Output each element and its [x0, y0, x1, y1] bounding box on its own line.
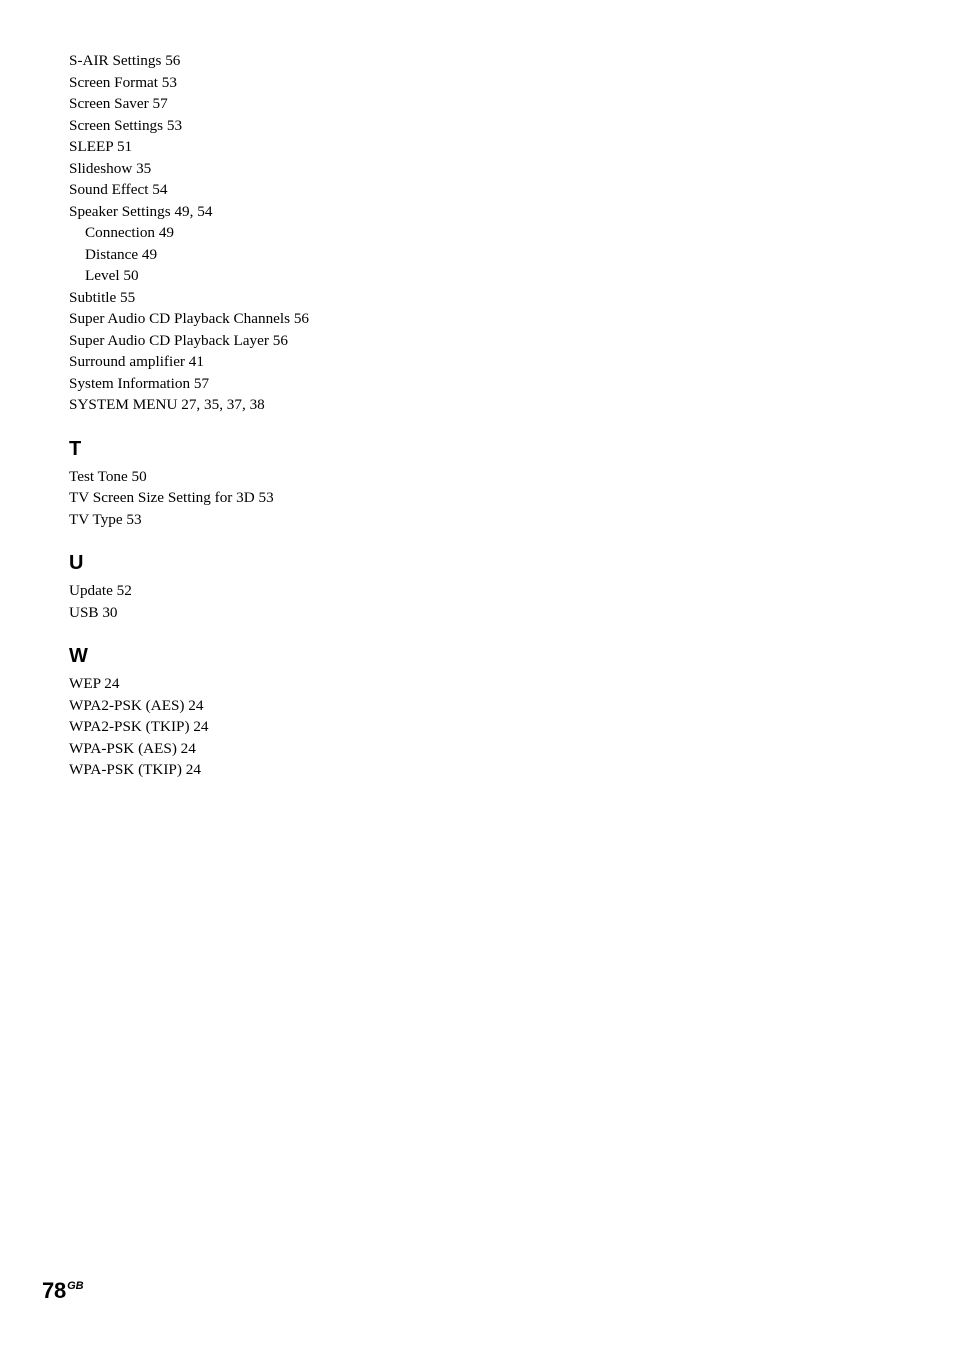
index-section: U Update 52 USB 30: [69, 552, 314, 623]
index-entry: Super Audio CD Playback Layer 56: [69, 331, 288, 349]
index-column: S-AIR Settings 56 Screen Format 53 Screen …: [69, 44, 314, 781]
index-entry: SYSTEM MENU 27, 35, 37, 38: [69, 396, 265, 413]
index-entry: Super Audio CD Playback Channels 56: [69, 310, 310, 327]
index-entry: Slideshow 35: [69, 159, 152, 177]
index-section: W WEP 24 WPA2-PSK (AES) 24 WPA2-PSK (TKIP) …: [69, 645, 314, 781]
index-section: T Test Tone 50 TV Screen Size Setting for …: [69, 438, 314, 531]
page-number-region-suffix: GB: [67, 1280, 84, 1292]
index-entry: TV Screen Size Setting for 3D 53: [69, 489, 274, 506]
document-page: S-AIR Settings 56 Screen Format 53 Screen …: [0, 0, 954, 1352]
index-entry: USB 30: [69, 603, 118, 621]
index-entry: WEP 24: [69, 675, 120, 692]
index-entry: Update 52: [69, 582, 132, 599]
index-entry: Test Tone 50: [69, 467, 147, 485]
index-sub-entry: Distance 49: [85, 245, 158, 263]
index-entry: WPA2-PSK (AES) 24: [69, 696, 204, 714]
index-entry-list: S-AIR Settings 56 Screen Format 53 Screen …: [69, 50, 314, 416]
index-entry: Screen Settings 53: [69, 116, 183, 134]
index-entry-list: Test Tone 50 TV Screen Size Setting for 3…: [69, 466, 314, 531]
index-letter-heading: W: [69, 645, 89, 667]
index-sub-entry: Connection 49: [85, 224, 175, 241]
index-letter-heading: U: [69, 552, 84, 574]
page-number: 78: [42, 1278, 67, 1303]
index-entry: WPA2-PSK (TKIP) 24: [69, 718, 209, 735]
page-footer: 78 GB: [42, 1280, 84, 1302]
index-entry: Subtitle 55: [69, 288, 136, 306]
index-entry: S-AIR Settings 56: [69, 52, 181, 69]
index-entry: WPA-PSK (TKIP) 24: [69, 761, 201, 778]
index-entry: Surround amplifier 41: [69, 353, 204, 370]
index-entry: TV Type 53: [69, 510, 142, 528]
index-entry-list: WEP 24 WPA2-PSK (AES) 24 WPA2-PSK (TKIP) 2…: [69, 673, 314, 781]
index-entry: System Information 57: [69, 374, 210, 392]
index-entry: WPA-PSK (AES) 24: [69, 739, 196, 757]
index-entry: Screen Saver 57: [69, 95, 168, 112]
index-entry: Sound Effect 54: [69, 181, 168, 198]
index-letter-heading: T: [69, 437, 82, 460]
index-sub-entry: Level 50: [85, 267, 139, 284]
index-entry-list: Update 52 USB 30: [69, 580, 314, 623]
index-section: S-AIR Settings 56 Screen Format 53 Screen …: [69, 50, 314, 416]
index-entry: SLEEP 51: [69, 138, 133, 155]
index-entry: Screen Format 53: [69, 73, 177, 91]
index-entry: Speaker Settings 49, 54: [69, 202, 213, 220]
